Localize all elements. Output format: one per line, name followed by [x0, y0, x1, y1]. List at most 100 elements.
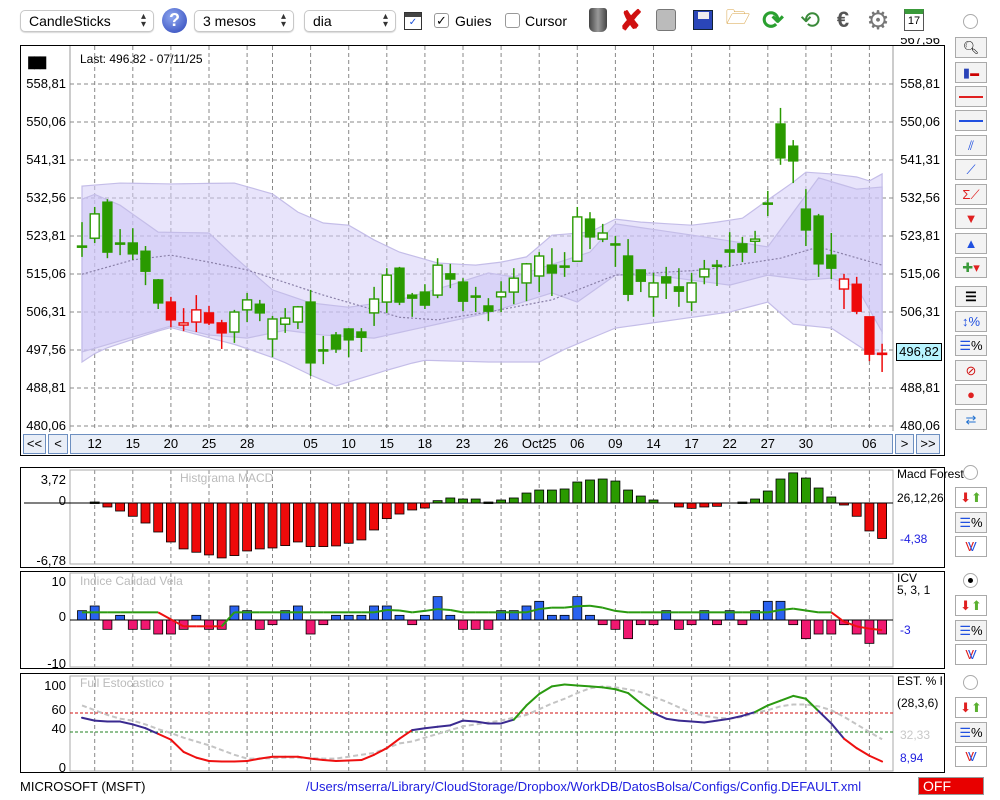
stochastic-k-segment	[157, 732, 172, 741]
stoch-y-label: 0	[58, 760, 66, 775]
stochastic-k-value: 8,94	[900, 751, 924, 765]
macd-name: Macd Forest	[897, 467, 964, 481]
stochastic-k-segment	[360, 753, 376, 762]
macd-bar	[102, 502, 113, 508]
off-toggle[interactable]: OFF	[918, 777, 984, 795]
stochastic-k-segment	[868, 754, 884, 763]
macd-bar	[305, 502, 316, 547]
icv-bar	[572, 596, 583, 621]
stochastic-k-segment	[589, 685, 604, 689]
stochastic-params: (28,3,6)	[897, 696, 939, 710]
macd-bar	[356, 502, 367, 541]
icv-bar	[254, 619, 265, 630]
stochastic-k-segment	[449, 719, 464, 727]
icv-params: 5, 3, 1	[897, 583, 931, 597]
stochastic-k-segment	[144, 727, 160, 735]
icv-bar	[356, 614, 367, 621]
stochastic-k-segment	[792, 694, 807, 700]
icv-bar	[204, 619, 214, 630]
icv-bar	[115, 614, 125, 621]
stochastic-k-segment	[703, 719, 718, 724]
macd-bar	[762, 490, 773, 504]
icv-bar	[623, 619, 633, 640]
icv-bar	[547, 614, 557, 621]
macd-bar	[254, 502, 265, 550]
icv-signal-segment	[157, 611, 172, 621]
macd-bar	[610, 480, 621, 504]
macd-bar	[585, 479, 595, 504]
stochastic-k-segment	[817, 710, 833, 725]
macd-bar	[165, 502, 176, 543]
stochastic-k-segment	[169, 738, 185, 753]
stochastic-k-segment	[690, 720, 706, 724]
macd-bar	[813, 487, 824, 504]
stochastic-k-segment	[322, 759, 337, 762]
macd-bar	[318, 502, 329, 547]
icv-bar	[648, 619, 659, 626]
icv-bar	[483, 619, 494, 630]
macd-bar	[801, 477, 811, 504]
icv-bar	[686, 619, 697, 626]
icv-bar	[127, 619, 138, 630]
stochastic-k-segment	[766, 699, 782, 707]
macd-last-value: -4,38	[900, 532, 928, 546]
icv-last-value: -3	[900, 623, 911, 637]
macd-bar	[394, 502, 405, 515]
icv-bar	[153, 619, 164, 635]
macd-bar	[534, 489, 545, 504]
icv-bar	[801, 619, 811, 640]
macd-bar	[864, 502, 875, 532]
stochastic-k-segment	[677, 719, 693, 723]
stochastic-k-segment	[398, 729, 414, 740]
macd-bar	[826, 496, 837, 504]
macd-bar	[521, 492, 532, 504]
stochastic-k-segment	[665, 717, 680, 722]
macd-bar	[381, 502, 392, 520]
macd-bar	[635, 495, 646, 504]
macd-bar	[877, 502, 887, 539]
macd-bar	[178, 502, 189, 550]
icv-bar	[102, 619, 113, 630]
macd-bar	[597, 478, 608, 504]
symbol-label: MICROSOFT (MSFT)	[20, 779, 146, 794]
stochastic-k-segment	[652, 712, 668, 720]
icv-signal-segment	[412, 609, 426, 614]
macd-bar	[140, 502, 151, 524]
macd-bar	[851, 502, 862, 517]
icv-signal-segment	[437, 608, 451, 611]
macd-bar	[343, 502, 354, 544]
macd-bar	[292, 502, 303, 543]
stochastic-k-segment	[855, 747, 871, 757]
stochastic-k-segment	[563, 683, 579, 687]
macd-bar	[153, 502, 164, 533]
macd-bar	[115, 502, 125, 512]
icv-bar	[343, 614, 354, 621]
stochastic-k-segment	[411, 727, 426, 732]
macd-bar	[191, 502, 202, 553]
stochastic-k-segment	[195, 756, 210, 762]
icv-bar	[674, 619, 684, 630]
stochastic-k-segment	[843, 737, 858, 750]
macd-bar	[775, 478, 786, 504]
icv-y-label: -10	[47, 656, 66, 671]
macd-bar	[458, 498, 468, 504]
icv-bar	[394, 614, 405, 621]
stochastic-k-segment	[830, 722, 845, 740]
stochastic-k-segment	[182, 750, 198, 759]
icv-signal-segment	[805, 609, 819, 614]
icv-signal-segment	[539, 606, 553, 611]
macd-bar	[508, 497, 519, 504]
macd-bar	[572, 481, 583, 504]
stochastic-k-segment	[550, 683, 566, 688]
macd-bar	[127, 502, 138, 517]
macd-bar	[788, 472, 799, 504]
icv-signal-segment	[869, 627, 883, 632]
macd-bar	[242, 502, 253, 552]
stochastic-k-segment	[538, 685, 553, 695]
macd-title: Histgrama MACD	[180, 471, 274, 485]
stoch-y-label: 100	[44, 678, 66, 693]
icv-bar	[318, 619, 329, 626]
config-path-link[interactable]: /Users/mserra/Library/CloudStorage/Dropb…	[306, 779, 861, 794]
stochastic-name: EST. % FULL	[897, 675, 942, 687]
macd-bar	[267, 502, 278, 549]
